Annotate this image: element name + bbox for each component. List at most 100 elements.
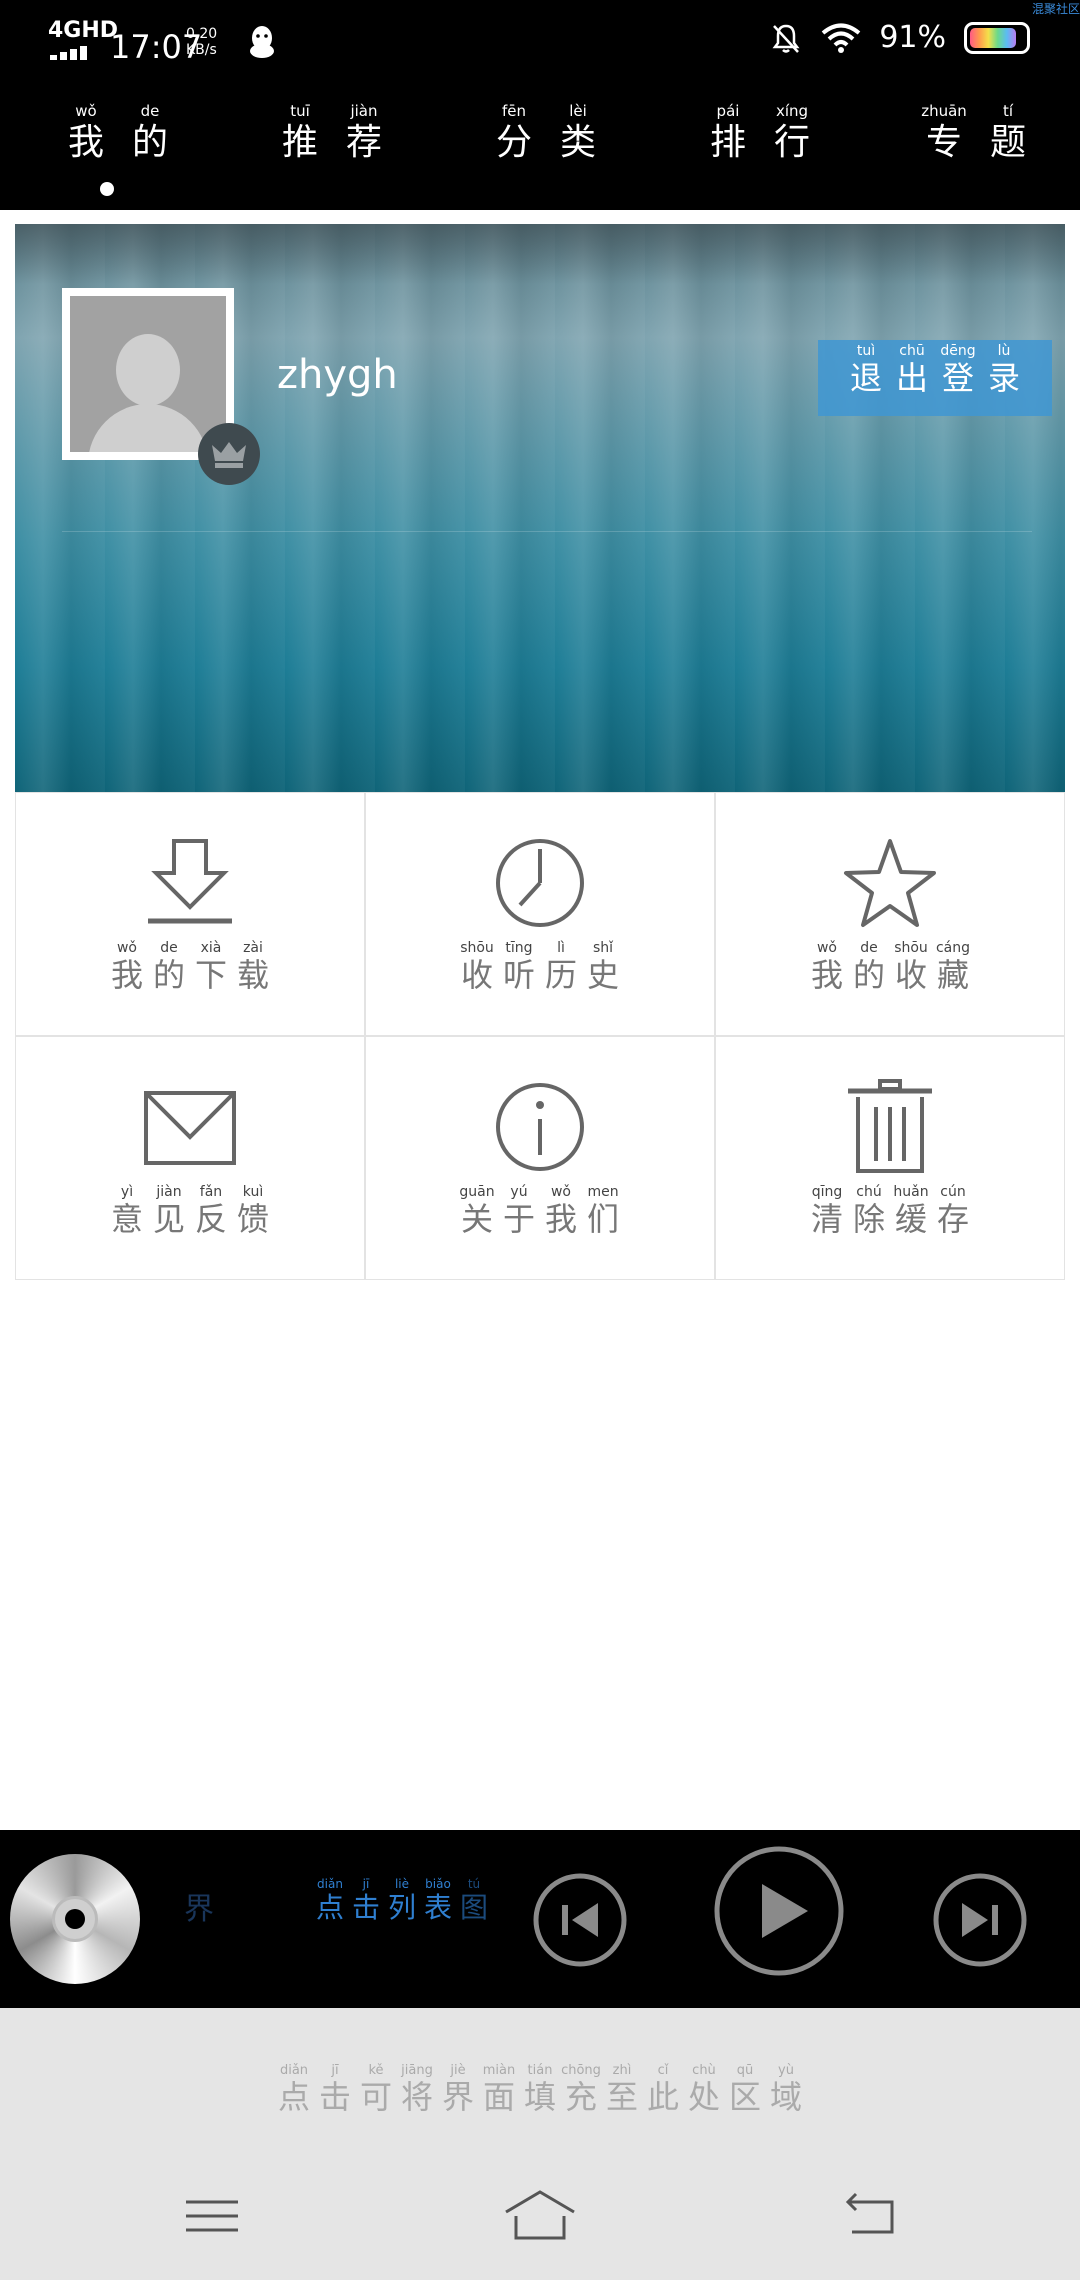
download-icon (148, 839, 232, 924)
placeholder-area: diǎn 点 jī 击 kě 可 jiāng 将 jiè 界 miàn 面 tián 填 ch… (0, 2008, 1080, 2280)
pinyin: de (160, 940, 178, 956)
pinyin: kě (368, 2063, 384, 2078)
pinyin: tú (467, 1877, 481, 1891)
hanzi: 荐 (345, 122, 382, 163)
pinyin: jī (331, 2063, 339, 2078)
hanzi: 处 (687, 2078, 720, 2116)
clock-icon (496, 839, 584, 927)
pinyin: cún (940, 1184, 966, 1200)
hanzi: 列 (387, 1891, 416, 1924)
hanzi: 此 (646, 2078, 679, 2116)
tab-selected-indicator (100, 182, 114, 196)
next-icon[interactable] (932, 1872, 1028, 1968)
hanzi: 听 (502, 956, 535, 994)
battery-icon (964, 21, 1030, 54)
grid-item-feedback[interactable]: yì 意 jiàn 见 fǎn 反 kuì 馈 (15, 1036, 365, 1280)
pinyin: liè (394, 1877, 410, 1891)
pinyin: qīng (811, 1184, 843, 1200)
hanzi: 表 (423, 1891, 452, 1924)
pinyin: xíng (775, 102, 809, 120)
now-playing-marquee[interactable]: diǎn 点 jī 击 liè 列 biǎo 表 tú 图 (312, 1878, 492, 1922)
hanzi: 我 (810, 956, 843, 994)
hanzi: 域 (769, 2078, 802, 2116)
pinyin: lèi (569, 102, 587, 120)
marquee-fragment: 界 (184, 1892, 214, 1927)
pinyin: biǎo (425, 1877, 451, 1891)
pinyin: diǎn (317, 1877, 343, 1891)
pinyin: tí (1002, 102, 1014, 120)
divider (0, 210, 1080, 224)
pinyin: tián (527, 2063, 553, 2078)
pinyin: tīng (505, 940, 533, 956)
pinyin: shǐ (592, 940, 614, 956)
grid-item-label: wǒ 我 de 的 xià 下 zài 载 (16, 941, 364, 991)
grid-item-about[interactable]: guān 关 yú 于 wǒ 我 men 们 (365, 1036, 715, 1280)
logout-button[interactable]: tuì 退 chū 出 dēng 登 lù 录 (818, 340, 1052, 416)
hanzi: 藏 (936, 956, 969, 994)
pinyin: wǒ (75, 102, 97, 120)
vip-crown-badge (198, 423, 260, 485)
pinyin: chú (856, 1184, 882, 1200)
pinyin: cáng (935, 940, 971, 956)
hanzi: 缓 (894, 1200, 927, 1238)
pinyin: qū (736, 2063, 754, 2078)
pinyin: yú (510, 1184, 528, 1200)
play-icon[interactable] (712, 1844, 846, 1978)
tab-mine[interactable]: wǒ 我 de 的 (64, 104, 172, 161)
player-bar: 界 diǎn 点 jī 击 liè 列 biǎo 表 tú 图 (0, 1830, 1080, 2008)
grid-item-favorites[interactable]: wǒ 我 de 的 shōu 收 cáng 藏 (715, 792, 1065, 1036)
home-icon[interactable] (502, 2186, 578, 2246)
pinyin: dēng (940, 343, 976, 359)
pinyin: wǒ (116, 940, 137, 956)
pinyin: jiàn (350, 102, 378, 120)
profile-banner: zhygh tuì 退 chū 出 dēng 登 lù 录 (15, 224, 1065, 792)
corner-watermark: 混聚社区 (1031, 2, 1080, 16)
tab-topics[interactable]: zhuān 专 tí 题 (921, 102, 1030, 161)
grid-item-label: wǒ 我 de 的 shōu 收 cáng 藏 (716, 941, 1064, 991)
hanzi: 将 (400, 2078, 433, 2116)
info-icon (496, 1083, 584, 1171)
pinyin: zài (243, 940, 263, 956)
cd-disc-icon[interactable] (10, 1854, 140, 1984)
grid-item-downloads[interactable]: wǒ 我 de 的 xià 下 zài 载 (15, 792, 365, 1036)
pinyin: shōu (460, 940, 494, 956)
back-icon[interactable] (840, 2186, 900, 2246)
pinyin: tuì (856, 343, 876, 359)
hanzi: 下 (194, 956, 227, 994)
hanzi: 我 (544, 1200, 577, 1238)
tab-recommend[interactable]: tuī 推 jiàn 荐 (278, 104, 386, 161)
menu-icon[interactable] (182, 2186, 242, 2246)
pinyin: yù (778, 2063, 794, 2078)
pinyin: jiè (450, 2063, 466, 2078)
previous-icon[interactable] (532, 1872, 628, 1968)
pinyin: chù (692, 2063, 716, 2078)
signal-icon (50, 44, 94, 60)
grid-item-label: qīng 清 chú 除 huǎn 缓 cún 存 (716, 1185, 1064, 1235)
pinyin: chū (899, 343, 925, 359)
tab-ranking[interactable]: pái 排 xíng 行 (706, 104, 814, 161)
pinyin: cǐ (657, 2063, 669, 2078)
tab-category[interactable]: fēn 分 lèi 类 (492, 104, 600, 161)
hanzi: 区 (728, 2078, 761, 2116)
pinyin: de (860, 940, 878, 956)
hanzi: 推 (281, 122, 318, 163)
hanzi: 历 (544, 956, 577, 994)
battery-level-fill (970, 27, 1017, 48)
hanzi: 退 (849, 359, 882, 397)
placeholder-hint: diǎn 点 jī 击 kě 可 jiāng 将 jiè 界 miàn 面 tián 填 ch… (0, 2064, 1080, 2113)
mail-icon (144, 1091, 236, 1165)
hanzi: 载 (236, 956, 269, 994)
grid-item-clear-cache[interactable]: qīng 清 chú 除 huǎn 缓 cún 存 (715, 1036, 1065, 1280)
hanzi: 面 (482, 2078, 515, 2116)
hanzi: 点 (315, 1891, 344, 1924)
hanzi: 排 (709, 122, 746, 163)
hanzi: 可 (359, 2078, 392, 2116)
pinyin: fēn (501, 102, 527, 120)
hanzi: 登 (941, 359, 974, 397)
network-speed-value: 0.20 (186, 26, 218, 42)
pinyin: lù (997, 343, 1011, 359)
pinyin: diǎn (279, 2063, 309, 2078)
grid-item-history[interactable]: shōu 收 tīng 听 lì 历 shǐ 史 (365, 792, 715, 1036)
pinyin: zhuān (921, 102, 967, 120)
hanzi: 分 (495, 122, 532, 163)
